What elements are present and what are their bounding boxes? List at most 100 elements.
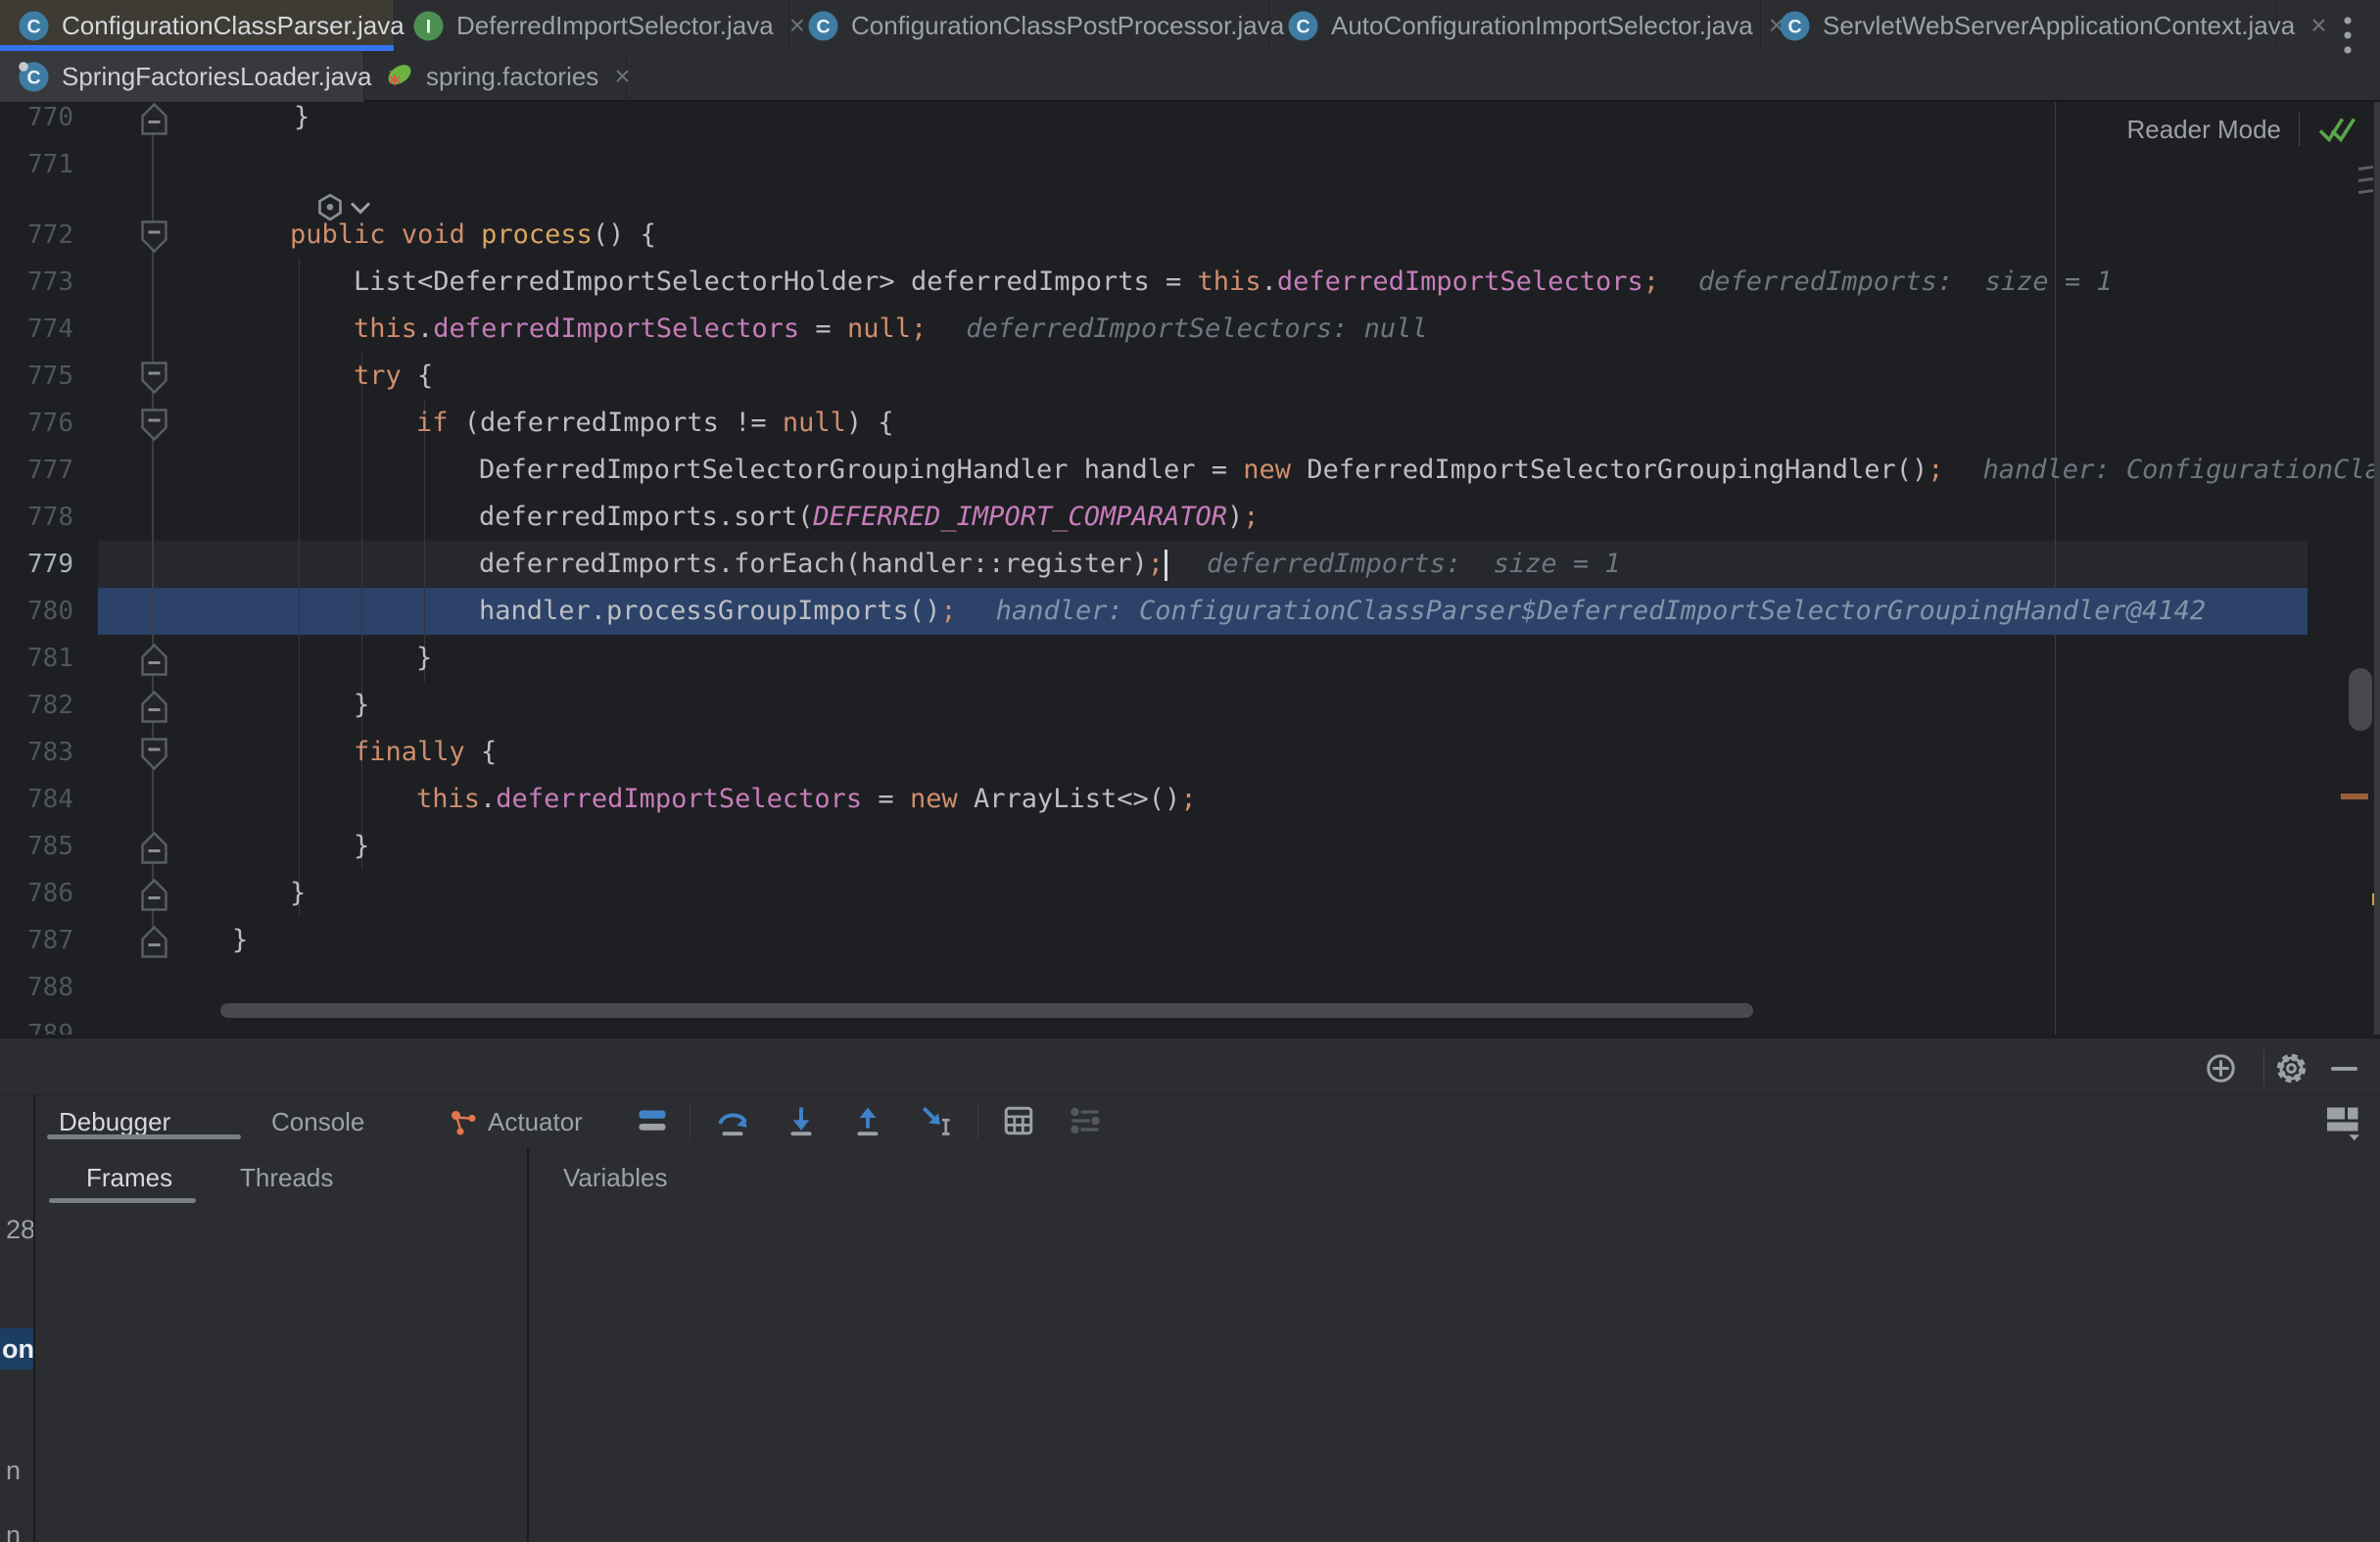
editor-tab[interactable]: CAutoConfigurationImportSelector.java×: [1269, 0, 1761, 51]
code-line[interactable]: 772 public void process() {: [0, 212, 2380, 259]
line-number[interactable]: 777: [0, 447, 73, 494]
step-out-icon[interactable]: [850, 1103, 885, 1138]
tab-label: spring.factories: [426, 62, 598, 92]
svg-text:C: C: [26, 67, 40, 88]
evaluate-expression-icon[interactable]: [1001, 1103, 1036, 1138]
debugger-inline-hint: deferredImports: size = 1: [1698, 266, 2113, 297]
code-editor[interactable]: 770}771772public void process() {773List…: [0, 102, 2380, 1035]
tab-console[interactable]: Console: [271, 1107, 364, 1137]
editor-tab-bar: CConfigurationClassParser.java×IDeferred…: [0, 0, 2380, 102]
line-number[interactable]: 784: [0, 776, 73, 823]
target-icon[interactable]: [2205, 1052, 2237, 1084]
fold-marker-icon[interactable]: [138, 217, 170, 256]
reader-mode-label[interactable]: Reader Mode: [2126, 115, 2281, 145]
fold-marker-icon[interactable]: [138, 923, 170, 961]
active-tab-underline: [47, 1134, 241, 1139]
fold-marker-icon[interactable]: [138, 102, 170, 138]
code-line[interactable]: 775try {: [0, 353, 2380, 400]
code-line[interactable]: 777DeferredImportSelectorGroupingHandler…: [0, 447, 2380, 494]
line-number[interactable]: 779: [0, 541, 73, 588]
line-number[interactable]: 780: [0, 588, 73, 635]
editor-tab[interactable]: CConfigurationClassParser.java×: [0, 0, 395, 51]
code-line[interactable]: 770}: [0, 102, 2380, 141]
svg-text:I: I: [426, 16, 431, 37]
line-number[interactable]: 783: [0, 729, 73, 776]
code-text: }: [416, 635, 432, 682]
run-to-cursor-icon[interactable]: [919, 1103, 954, 1138]
panel-divider[interactable]: [527, 1148, 529, 1542]
code-line[interactable]: 781}: [0, 635, 2380, 682]
code-text: deferredImports.forEach(handler::registe…: [479, 541, 1621, 588]
code-line[interactable]: 782}: [0, 682, 2380, 729]
line-number[interactable]: 788: [0, 964, 73, 1011]
code-line[interactable]: 780handler.processGroupImports();handler…: [0, 588, 2380, 635]
line-number[interactable]: 781: [0, 635, 73, 682]
code-text: public void process() {: [290, 212, 656, 259]
code-line[interactable]: 787}: [0, 917, 2380, 964]
vertical-scrollbar[interactable]: [2349, 668, 2372, 731]
interface-file-icon: I: [412, 10, 445, 42]
code-line[interactable]: 771: [0, 141, 2380, 188]
step-into-icon[interactable]: [784, 1103, 819, 1138]
fold-marker-icon[interactable]: [138, 641, 170, 679]
debug-view-tabs: Frames Threads Variables: [0, 1148, 2380, 1205]
line-number[interactable]: 771: [0, 141, 73, 188]
line-number[interactable]: 787: [0, 917, 73, 964]
fold-marker-icon[interactable]: [138, 688, 170, 726]
code-line[interactable]: 786}: [0, 870, 2380, 917]
code-text: }: [354, 823, 369, 870]
fold-marker-icon[interactable]: [138, 359, 170, 397]
tab-debugger[interactable]: Debugger: [59, 1107, 170, 1137]
more-vertical-icon[interactable]: [2333, 12, 2362, 59]
variables-title: Variables: [563, 1163, 667, 1193]
inspections-ok-icon[interactable]: [2317, 112, 2358, 147]
code-line[interactable]: 776if (deferredImports != null) {: [0, 400, 2380, 447]
minimize-icon[interactable]: [2328, 1064, 2360, 1073]
code-line[interactable]: 779 deferredImports.forEach(handler::regi…: [0, 541, 2380, 588]
line-number[interactable]: 782: [0, 682, 73, 729]
code-line[interactable]: 774this.deferredImportSelectors = null;d…: [0, 306, 2380, 353]
horizontal-scrollbar[interactable]: [220, 1003, 1753, 1018]
line-number[interactable]: 778: [0, 494, 73, 541]
code-line[interactable]: 784 this.deferredImportSelectors = new Ar…: [0, 776, 2380, 823]
spring-file-icon: *: [382, 61, 414, 93]
line-number[interactable]: 774: [0, 306, 73, 353]
tab-frames[interactable]: Frames: [86, 1163, 172, 1193]
code-line[interactable]: 773List<DeferredImportSelectorHolder> de…: [0, 259, 2380, 306]
fold-marker-icon[interactable]: [138, 876, 170, 914]
fold-marker-icon[interactable]: [138, 406, 170, 444]
step-over-icon[interactable]: [715, 1103, 750, 1138]
editor-tab[interactable]: CSpringFactoriesLoader.java×: [0, 51, 364, 102]
editor-tab[interactable]: CConfigurationClassPostProcessor.java×: [789, 0, 1269, 51]
line-number[interactable]: 775: [0, 353, 73, 400]
code-line[interactable]: 785}: [0, 823, 2380, 870]
show-execution-point-icon[interactable]: [635, 1103, 670, 1138]
gear-icon[interactable]: [2275, 1052, 2308, 1084]
tab-actuator[interactable]: Actuator: [488, 1107, 583, 1137]
svg-text:C: C: [26, 16, 40, 37]
background-window-text: 280: [0, 1215, 35, 1245]
close-icon[interactable]: ×: [2310, 10, 2326, 41]
line-number[interactable]: 772: [0, 212, 73, 259]
editor-tab[interactable]: CServletWebServerApplicationContext.java…: [1761, 0, 2277, 51]
layout-settings-icon[interactable]: [2324, 1103, 2362, 1141]
line-number[interactable]: 776: [0, 400, 73, 447]
divider: [2299, 113, 2300, 146]
editor-tab[interactable]: * spring.factories ×: [364, 51, 627, 102]
line-number[interactable]: 770: [0, 102, 73, 141]
fold-marker-icon[interactable]: [138, 735, 170, 773]
mute-breakpoints-icon[interactable]: [1068, 1103, 1103, 1138]
code-line[interactable]: 783finally {: [0, 729, 2380, 776]
line-number[interactable]: 785: [0, 823, 73, 870]
close-icon[interactable]: ×: [614, 61, 630, 92]
line-number[interactable]: 786: [0, 870, 73, 917]
divider: [977, 1103, 978, 1140]
editor-tab[interactable]: IDeferredImportSelector.java×: [395, 0, 789, 51]
reader-mode-widget[interactable]: Reader Mode: [2126, 108, 2358, 151]
line-number[interactable]: 789: [0, 1011, 73, 1035]
code-text: this.deferredImportSelectors = new Array…: [416, 776, 1197, 823]
fold-marker-icon[interactable]: [138, 829, 170, 867]
code-line[interactable]: 778deferredImports.sort(DEFERRED_IMPORT_…: [0, 494, 2380, 541]
line-number[interactable]: 773: [0, 259, 73, 306]
tab-threads[interactable]: Threads: [240, 1163, 333, 1193]
